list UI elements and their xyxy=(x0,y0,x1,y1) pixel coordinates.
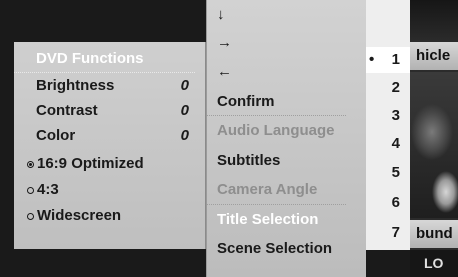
setting-contrast[interactable]: Contrast 0 xyxy=(14,98,205,123)
title-number-label: 1 xyxy=(391,51,400,68)
menu-title-selection[interactable]: Title Selection xyxy=(207,205,366,235)
background-top-bar xyxy=(410,0,458,40)
menu-confirm[interactable]: Confirm xyxy=(207,87,346,116)
background-video: hicle bund LO xyxy=(410,0,458,277)
title-number-item[interactable]: 3 xyxy=(366,103,410,129)
aspect-option-4-3[interactable]: 4:3 xyxy=(14,177,205,203)
menu-camera-angle: Camera Angle xyxy=(207,175,346,205)
title-number-item[interactable]: 7 xyxy=(366,220,410,246)
title-number-item[interactable]: 6 xyxy=(366,190,410,216)
background-top-label: hicle xyxy=(410,42,458,70)
menu-scene-selection[interactable]: Scene Selection xyxy=(207,234,366,264)
setting-label: Brightness xyxy=(36,77,115,94)
setting-color[interactable]: Color 0 xyxy=(14,123,205,148)
menu-left-arrow[interactable]: ← xyxy=(207,57,366,87)
setting-value: 0 xyxy=(180,127,189,144)
menu-audio-language: Audio Language xyxy=(217,122,335,139)
radio-unselected-icon xyxy=(27,186,34,194)
aspect-option-16-9[interactable]: 16:9 Optimized xyxy=(14,151,205,177)
title-number-list: • 1 2 3 4 5 6 7 xyxy=(366,0,410,250)
menu-down-arrow[interactable]: ↓ xyxy=(207,0,366,30)
dvd-functions-panel: DVD Functions Brightness 0 Contrast 0 Co… xyxy=(14,42,206,249)
arrow-right-icon: → xyxy=(217,33,232,51)
title-number-item[interactable]: • 1 xyxy=(366,47,410,73)
arrow-down-icon: ↓ xyxy=(217,6,225,23)
title-number-item[interactable]: 2 xyxy=(366,75,410,101)
title-number-label: 3 xyxy=(391,107,400,124)
setting-value: 0 xyxy=(180,77,189,94)
title-number-item[interactable]: 5 xyxy=(366,160,410,186)
dvd-menu-panel: ↓ → ← Confirm Audio Language Subtitles C… xyxy=(206,0,366,277)
title-number-label: 6 xyxy=(391,194,400,211)
current-marker-icon: • xyxy=(369,51,375,68)
dvd-functions-title: DVD Functions xyxy=(14,42,195,73)
title-number-label: 2 xyxy=(391,79,400,96)
radio-unselected-icon xyxy=(27,212,34,220)
aspect-option-label: 4:3 xyxy=(37,181,59,198)
menu-right-arrow[interactable]: → xyxy=(207,28,366,58)
radio-selected-icon xyxy=(27,160,34,168)
aspect-option-label: 16:9 Optimized xyxy=(37,155,144,172)
background-photo xyxy=(410,72,458,218)
background-status-label: LO xyxy=(410,250,458,277)
title-number-label: 4 xyxy=(391,135,400,152)
aspect-option-label: Widescreen xyxy=(37,207,122,224)
setting-brightness[interactable]: Brightness 0 xyxy=(14,73,205,98)
background-bottom-label: bund xyxy=(410,220,458,248)
title-number-item[interactable]: 4 xyxy=(366,131,410,157)
aspect-option-widescreen[interactable]: Widescreen xyxy=(14,203,205,229)
title-number-label: 7 xyxy=(391,224,400,241)
arrow-left-icon: ← xyxy=(217,63,232,80)
setting-label: Color xyxy=(36,127,76,144)
setting-value: 0 xyxy=(180,102,189,119)
setting-label: Contrast xyxy=(36,102,98,119)
title-number-label: 5 xyxy=(391,164,400,181)
menu-subtitles[interactable]: Subtitles xyxy=(207,146,366,176)
